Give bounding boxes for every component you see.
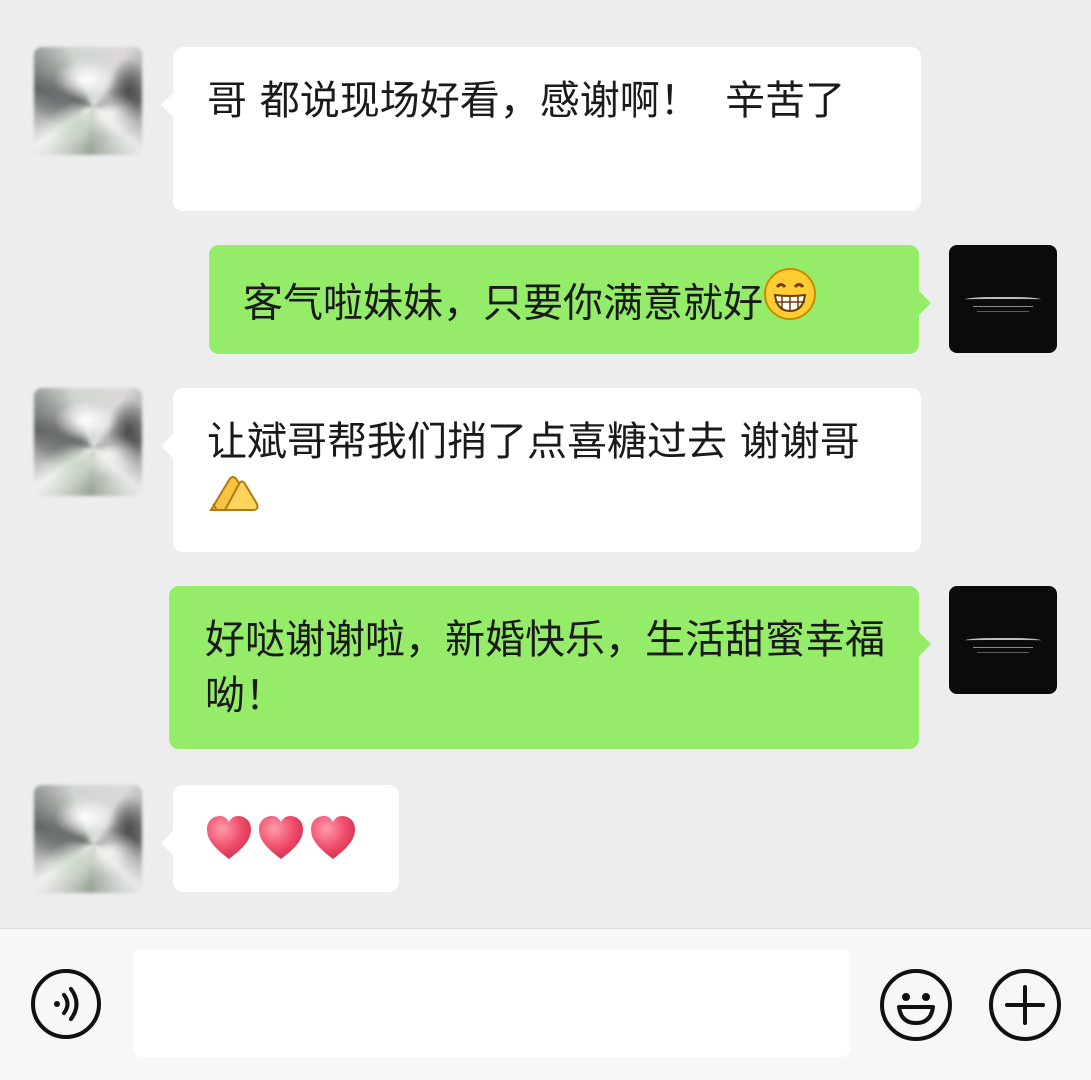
heart-icon (311, 816, 355, 859)
chat-input-bar (0, 928, 1091, 1080)
logo-icon (965, 638, 1041, 644)
message-text: 哥 都说现场好看，感谢啊！ 辛苦了 (207, 78, 846, 124)
message-bubble-outgoing[interactable]: 好哒谢谢啦，新婚快乐，生活甜蜜幸福呦！ (169, 586, 931, 749)
logo-icon (965, 297, 1041, 303)
message-bubble-incoming[interactable]: 哥 都说现场好看，感谢啊！ 辛苦了 (161, 47, 921, 211)
message-bubble-outgoing[interactable]: 客气啦妹妹，只要你满意就好 (209, 245, 931, 354)
chat-message-list: 哥 都说现场好看，感谢啊！ 辛苦了 客气啦妹妹，只要你满意就好 让斌哥帮我们捎了… (0, 0, 1091, 928)
my-avatar[interactable] (949, 586, 1057, 694)
message-text: 好哒谢谢啦，新婚快乐，生活甜蜜幸福呦！ (205, 617, 885, 719)
smiley-icon (897, 993, 935, 1025)
message-text: 客气啦妹妹，只要你满意就好 (243, 280, 763, 327)
voice-icon (54, 987, 79, 1021)
peer-avatar[interactable] (34, 388, 142, 496)
voice-toggle-button[interactable] (31, 969, 101, 1039)
grinning-face-icon (763, 267, 817, 336)
message-text: 让斌哥帮我们捎了点喜糖过去 谢谢哥 (207, 419, 860, 465)
heart-icon (259, 816, 303, 859)
thank-you-hands-icon (207, 466, 261, 529)
message-bubble-incoming[interactable]: 让斌哥帮我们捎了点喜糖过去 谢谢哥 (161, 388, 921, 552)
my-avatar[interactable] (949, 245, 1057, 353)
logo-line (977, 311, 1029, 312)
logo-line (977, 652, 1029, 653)
emoji-button[interactable] (880, 969, 952, 1041)
logo-line (973, 647, 1033, 648)
logo-line (973, 306, 1033, 307)
peer-avatar[interactable] (34, 47, 142, 155)
peer-avatar[interactable] (34, 785, 142, 893)
message-input[interactable] (133, 949, 850, 1057)
emoji-row (205, 815, 379, 861)
more-button[interactable] (989, 969, 1061, 1041)
heart-icon (207, 816, 251, 859)
message-bubble-incoming[interactable] (161, 785, 399, 892)
plus-icon (1005, 985, 1045, 1025)
